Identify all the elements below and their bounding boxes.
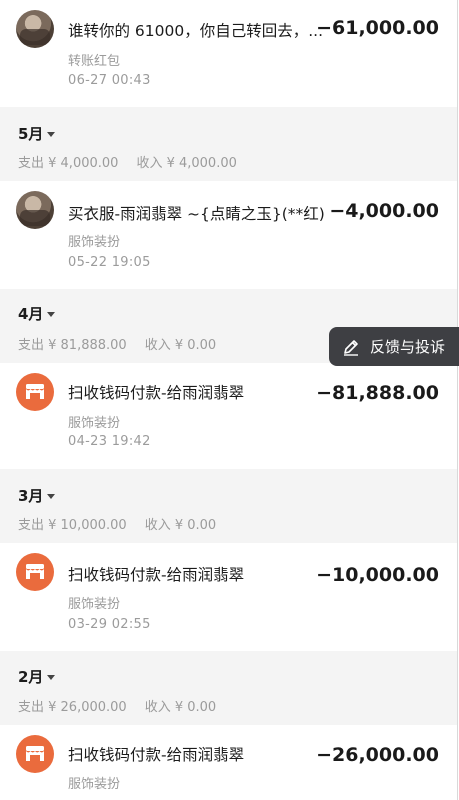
income-total: 收入 ¥ 4,000.00 (136, 156, 237, 171)
shop-icon (16, 373, 54, 411)
transaction-title: 扫收钱码付款-给雨润翡翠 (68, 746, 245, 764)
transaction-item[interactable]: 扫收钱码付款-给雨润翡翠 −10,000.00 服饰装扮 03-29 02:55 (0, 543, 457, 651)
feedback-label: 反馈与投诉 (370, 338, 446, 356)
month-label: 5月 (18, 125, 44, 143)
transaction-title: 谁转你的 61000，你自己转回去，... (68, 22, 324, 40)
income-total: 收入 ¥ 0.00 (144, 518, 217, 533)
transaction-category: 服饰装扮 (68, 235, 121, 250)
month-label: 2月 (18, 668, 44, 686)
transaction-amount: −10,000.00 (316, 564, 439, 586)
transaction-time: 03-29 02:55 (68, 617, 151, 632)
transaction-item[interactable]: 扫收钱码付款-给雨润翡翠 −81,888.00 服饰装扮 04-23 19:42 (0, 363, 457, 469)
edit-icon (344, 339, 358, 356)
transaction-category: 服饰装扮 (68, 416, 121, 431)
month-header: 2月 支出 ¥ 26,000.00 收入 ¥ 0.00 (0, 651, 457, 725)
expense-total: 支出 ¥ 10,000.00 (18, 518, 127, 533)
income-total: 收入 ¥ 0.00 (144, 338, 217, 353)
expense-total: 支出 ¥ 26,000.00 (18, 700, 127, 715)
caret-down-icon (47, 132, 56, 137)
transaction-title: 扫收钱码付款-给雨润翡翠 (68, 384, 245, 402)
expense-total: 支出 ¥ 81,888.00 (18, 338, 127, 353)
month-summary: 支出 ¥ 10,000.00 收入 ¥ 0.00 (18, 514, 216, 533)
income-total: 收入 ¥ 0.00 (144, 700, 217, 715)
month-selector[interactable]: 4月 (18, 303, 56, 324)
caret-down-icon (47, 494, 56, 499)
avatar (16, 10, 54, 48)
transaction-title: 扫收钱码付款-给雨润翡翠 (68, 566, 245, 584)
transaction-item[interactable]: 谁转你的 61000，你自己转回去，... −61,000.00 转账红包 06… (0, 0, 457, 107)
transaction-category: 服饰装扮 (68, 597, 121, 612)
transaction-title: 买衣服-雨润翡翠 ~{点睛之玉}(**红) (68, 205, 325, 223)
transaction-item[interactable]: 扫收钱码付款-给雨润翡翠 −26,000.00 服饰装扮 (0, 725, 457, 800)
month-summary: 支出 ¥ 81,888.00 收入 ¥ 0.00 (18, 334, 216, 353)
shop-icon (16, 735, 54, 773)
avatar (16, 191, 54, 229)
transaction-time: 05-22 19:05 (68, 255, 151, 270)
month-header: 5月 支出 ¥ 4,000.00 收入 ¥ 4,000.00 (0, 107, 457, 181)
caret-down-icon (47, 675, 56, 680)
expense-total: 支出 ¥ 4,000.00 (18, 156, 119, 171)
transaction-time: 04-23 19:42 (68, 434, 151, 449)
shop-icon (16, 553, 54, 591)
month-selector[interactable]: 5月 (18, 123, 56, 144)
transaction-category: 服饰装扮 (68, 777, 121, 792)
month-selector[interactable]: 2月 (18, 666, 56, 687)
month-summary: 支出 ¥ 26,000.00 收入 ¥ 0.00 (18, 696, 216, 715)
month-label: 3月 (18, 487, 44, 505)
month-summary: 支出 ¥ 4,000.00 收入 ¥ 4,000.00 (18, 152, 237, 171)
month-selector[interactable]: 3月 (18, 485, 56, 506)
feedback-button[interactable]: 反馈与投诉 (329, 327, 459, 366)
transaction-amount: −81,888.00 (316, 382, 439, 404)
month-header: 3月 支出 ¥ 10,000.00 收入 ¥ 0.00 (0, 469, 457, 543)
caret-down-icon (47, 312, 56, 317)
transaction-category: 转账红包 (68, 54, 121, 69)
transaction-amount: −26,000.00 (316, 744, 439, 766)
transaction-amount: −61,000.00 (316, 17, 439, 39)
transaction-item[interactable]: 买衣服-雨润翡翠 ~{点睛之玉}(**红) −4,000.00 服饰装扮 05-… (0, 181, 457, 289)
transaction-amount: −4,000.00 (329, 200, 439, 222)
month-label: 4月 (18, 305, 44, 323)
transaction-time: 06-27 00:43 (68, 73, 151, 88)
